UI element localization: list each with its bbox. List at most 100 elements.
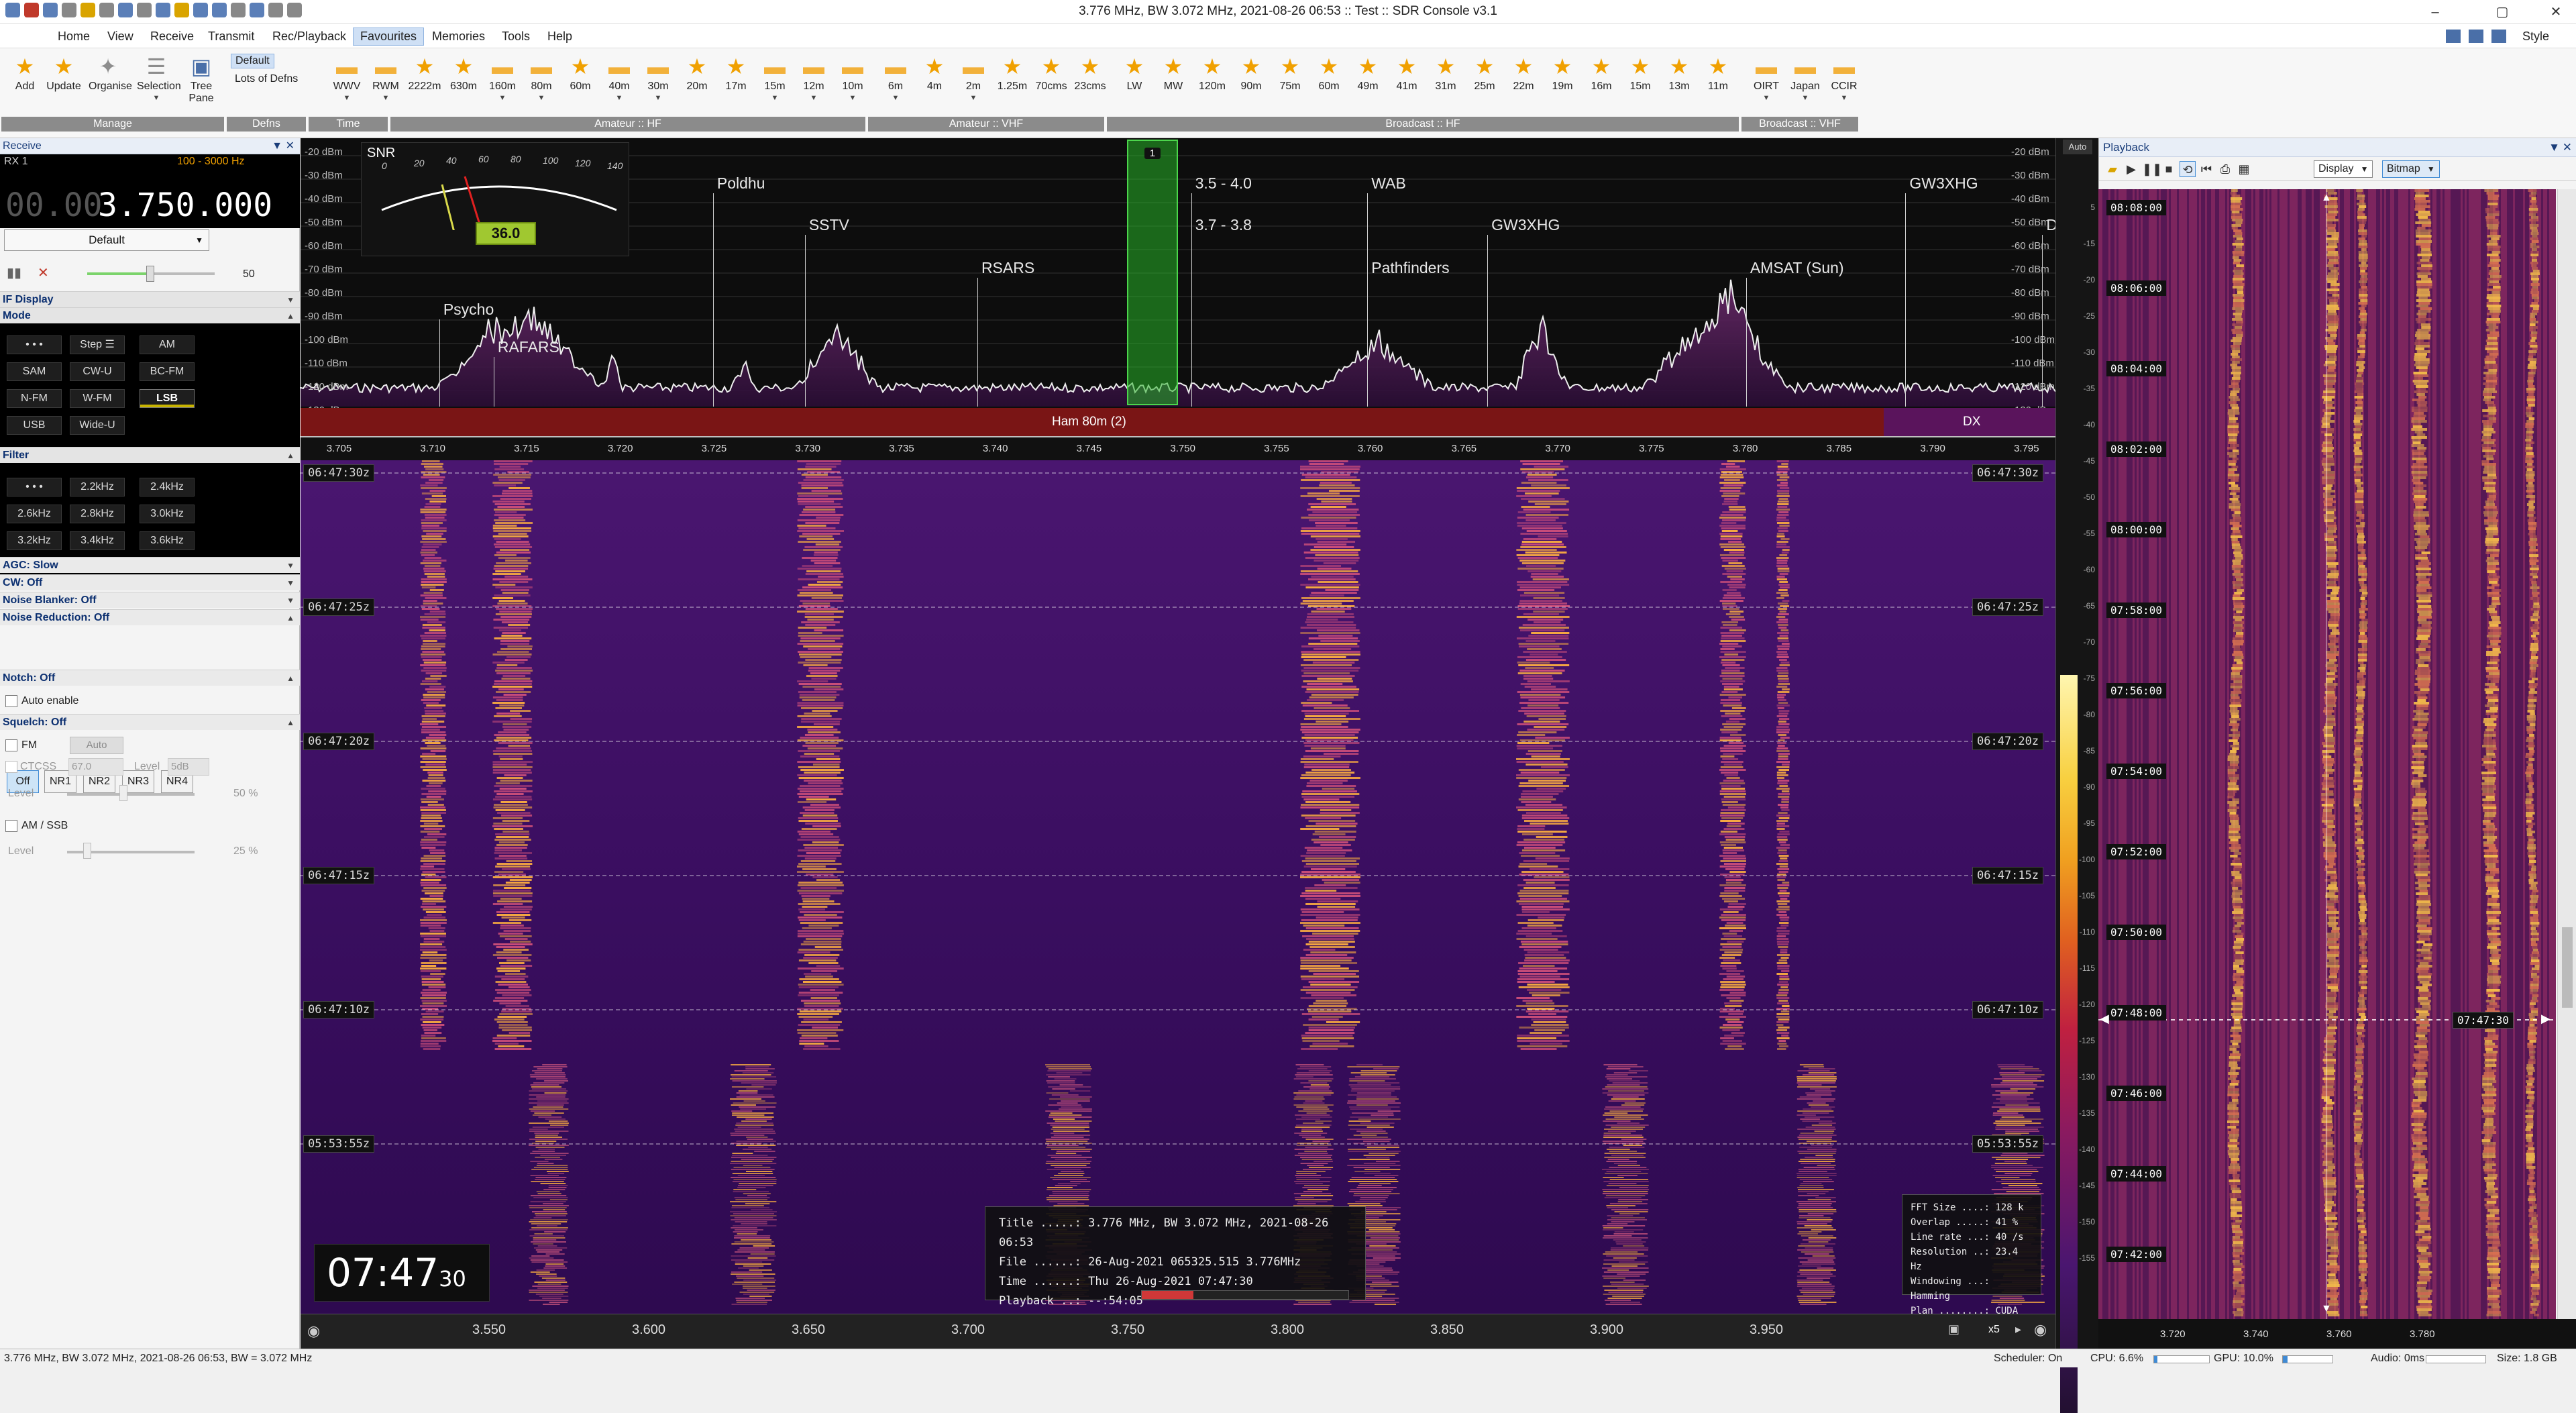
favourite-amateur-hf-80m[interactable]: ▬ 80m ▼ bbox=[522, 55, 561, 119]
agc-section[interactable]: AGC: Slow ▼ bbox=[0, 557, 300, 573]
loop-icon[interactable]: ⟲ bbox=[2180, 161, 2196, 177]
filter-section[interactable]: Filter ▲ bbox=[0, 447, 300, 463]
mode--button[interactable]: • • • bbox=[7, 335, 62, 354]
favourite-amateur-hf-2222m[interactable]: ★ 2222m bbox=[405, 55, 444, 119]
pause-icon[interactable]: ❚❚ bbox=[2142, 161, 2162, 177]
next-icon[interactable]: ▸ bbox=[2015, 1322, 2021, 1337]
favourite-broadcast-hf-60m[interactable]: ★ 60m bbox=[1309, 55, 1348, 119]
filter-30khz-button[interactable]: 3.0kHz bbox=[140, 505, 195, 523]
favourite-broadcast-hf-22m[interactable]: ★ 22m bbox=[1504, 55, 1543, 119]
favourite-amateur-vhf-4m[interactable]: ★ 4m bbox=[915, 55, 954, 119]
favourite-broadcast-hf-19m[interactable]: ★ 19m bbox=[1543, 55, 1582, 119]
if-display-section[interactable]: IF Display ▼ bbox=[0, 291, 300, 307]
menu-home[interactable]: Home bbox=[51, 28, 97, 45]
dx-segment[interactable]: DX bbox=[1884, 408, 2055, 436]
favourite-amateur-hf-10m[interactable]: ▬ 10m ▼ bbox=[833, 55, 872, 119]
favourite-marker[interactable]: WAB bbox=[1371, 174, 1406, 193]
favourite-amateur-vhf-2m[interactable]: ▬ 2m ▼ bbox=[954, 55, 993, 119]
skip-back-icon[interactable]: ⏮ bbox=[2198, 161, 2214, 177]
ctcss-value[interactable]: 67.0 bbox=[68, 758, 123, 776]
tree-pane-button[interactable]: ▣ Tree Pane bbox=[182, 55, 220, 119]
favourite-broadcast-hf-25m[interactable]: ★ 25m bbox=[1465, 55, 1504, 119]
mode-section[interactable]: Mode ▲ bbox=[0, 307, 300, 323]
am-ssb-level-knob[interactable] bbox=[83, 843, 91, 859]
favourite-amateur-vhf-23cms[interactable]: ★ 23cms bbox=[1071, 55, 1110, 119]
mode-wfm-button[interactable]: W-FM bbox=[70, 389, 125, 408]
menu-receive[interactable]: Receive bbox=[144, 28, 201, 45]
favourite-amateur-vhf-70cms[interactable]: ★ 70cms bbox=[1032, 55, 1071, 119]
auto-button[interactable]: Auto bbox=[70, 737, 123, 754]
favourite-broadcast-hf-49m[interactable]: ★ 49m bbox=[1348, 55, 1387, 119]
minimize-button[interactable]: – bbox=[2415, 0, 2455, 24]
filter--button[interactable]: • • • bbox=[7, 478, 62, 496]
calendar-icon[interactable]: ▦ bbox=[2236, 161, 2252, 177]
favourite-amateur-hf-160m[interactable]: ▬ 160m ▼ bbox=[483, 55, 522, 119]
layout-icon[interactable] bbox=[2446, 30, 2461, 43]
print-icon[interactable]: ⎙ bbox=[2217, 161, 2233, 177]
bars-icon[interactable]: ▮▮ bbox=[7, 264, 21, 281]
bitmap-dropdown[interactable]: Bitmap ▼ bbox=[2382, 160, 2440, 178]
favourite-broadcast-hf-75m[interactable]: ★ 75m bbox=[1271, 55, 1309, 119]
favourite-marker[interactable]: DX bbox=[2046, 216, 2055, 234]
style-menu[interactable]: Style bbox=[2516, 28, 2556, 45]
favourite-marker[interactable]: Poldhu bbox=[717, 174, 765, 193]
noise-blanker-section[interactable]: Noise Blanker: Off ▼ bbox=[0, 592, 300, 608]
favourite-marker[interactable]: GW3XHG bbox=[1909, 174, 1978, 193]
favourite-amateur-hf-630m[interactable]: ★ 630m bbox=[444, 55, 483, 119]
noise-reduction-section[interactable]: Noise Reduction: Off ▲ bbox=[0, 609, 300, 625]
favourite-amateur-vhf-125m[interactable]: ★ 1.25m bbox=[993, 55, 1032, 119]
filter-26khz-button[interactable]: 2.6kHz bbox=[7, 505, 62, 523]
forward-icon[interactable]: ◉ bbox=[2034, 1321, 2047, 1339]
rewind-icon[interactable]: ◉ bbox=[307, 1322, 320, 1340]
mode-cwu-button[interactable]: CW-U bbox=[70, 362, 125, 381]
favourite-marker[interactable]: AMSAT (Sun) bbox=[1750, 259, 1844, 277]
favourite-broadcast-hf-11m[interactable]: ★ 11m bbox=[1699, 55, 1737, 119]
favourite-marker[interactable]: Pathfinders bbox=[1371, 259, 1449, 277]
play-icon[interactable]: ▶ bbox=[2123, 161, 2139, 177]
favourite-broadcast-vhf-oirt[interactable]: ▬ OIRT ▼ bbox=[1747, 55, 1786, 119]
filter-34khz-button[interactable]: 3.4kHz bbox=[70, 531, 125, 550]
organise-button[interactable]: ✦ Organise bbox=[89, 55, 132, 119]
favourite-amateur-hf-30m[interactable]: ▬ 30m ▼ bbox=[639, 55, 678, 119]
frequency-value[interactable]: 3.750.000 bbox=[98, 187, 272, 224]
favourite-broadcast-hf-120m[interactable]: ★ 120m bbox=[1193, 55, 1232, 119]
selected-channel-marker[interactable]: 1 bbox=[1127, 140, 1178, 405]
filter-36khz-button[interactable]: 3.6kHz bbox=[140, 531, 195, 550]
squelch-level-slider[interactable] bbox=[67, 793, 195, 796]
auto-enable-checkbox[interactable] bbox=[5, 695, 17, 707]
favourite-time-wwv[interactable]: ▬ WWV ▼ bbox=[327, 55, 366, 119]
ctcss-checkbox[interactable] bbox=[5, 761, 17, 773]
zoom-level[interactable]: x5 bbox=[1988, 1324, 2000, 1336]
add-button[interactable]: ★ Add bbox=[5, 55, 44, 119]
squelch-section[interactable]: Squelch: Off ▲ bbox=[0, 714, 300, 730]
fm-squelch-checkbox[interactable] bbox=[5, 739, 17, 751]
favourite-amateur-hf-12m[interactable]: ▬ 12m ▼ bbox=[794, 55, 833, 119]
frequency-axis[interactable]: 3.705 3.710 3.715 3.720 3.725 3.730 3.735 3.740… bbox=[301, 436, 2055, 460]
favourite-time-rwm[interactable]: ▬ RWM ▼ bbox=[366, 55, 405, 119]
favourite-broadcast-vhf-ccir[interactable]: ▬ CCIR ▼ bbox=[1825, 55, 1864, 119]
waterfall-display[interactable]: 06:47:30z 06:47:30z 06:47:25z 06:47:25z 06:4… bbox=[301, 460, 2055, 1314]
layout-icon[interactable] bbox=[2491, 30, 2506, 43]
playback-progress[interactable] bbox=[1141, 1290, 1349, 1300]
favourite-broadcast-hf-31m[interactable]: ★ 31m bbox=[1426, 55, 1465, 119]
favourite-amateur-hf-20m[interactable]: ★ 20m bbox=[678, 55, 716, 119]
recording-timeline[interactable]: ◉ 3.550 3.600 3.650 3.700 3.750 3.800 3.850 3.9… bbox=[301, 1314, 2055, 1349]
filter-24khz-button[interactable]: 2.4kHz bbox=[140, 478, 195, 496]
filter-32khz-button[interactable]: 3.2kHz bbox=[7, 531, 62, 550]
menu-view[interactable]: View bbox=[101, 28, 140, 45]
selection-button[interactable]: ☰ Selection ▼ bbox=[137, 55, 181, 119]
auto-scale-button[interactable]: Auto bbox=[2063, 140, 2092, 154]
favourite-amateur-hf-15m[interactable]: ▬ 15m ▼ bbox=[755, 55, 794, 119]
open-folder-icon[interactable]: ▰ bbox=[2104, 161, 2121, 177]
level-db-select[interactable]: 5dB bbox=[168, 758, 209, 776]
mode-am-button[interactable]: AM bbox=[140, 335, 195, 354]
favourite-broadcast-hf-90m[interactable]: ★ 90m bbox=[1232, 55, 1271, 119]
favourite-marker[interactable]: Psycho bbox=[443, 301, 494, 319]
playback-waterfall[interactable]: ▲ ▼ 08:08:00 08:06:00 08:04:00 08:02:00 08:0… bbox=[2098, 189, 2556, 1319]
mode-step-button[interactable]: Step ☰ bbox=[70, 335, 125, 354]
menu-favourites[interactable]: Favourites bbox=[353, 28, 425, 46]
favourite-broadcast-hf-lw[interactable]: ★ LW bbox=[1115, 55, 1154, 119]
camera-icon[interactable]: ▣ bbox=[1948, 1322, 1960, 1337]
maximize-button[interactable]: ▢ bbox=[2482, 0, 2522, 24]
color-gradient-bar[interactable] bbox=[2060, 675, 2078, 1413]
